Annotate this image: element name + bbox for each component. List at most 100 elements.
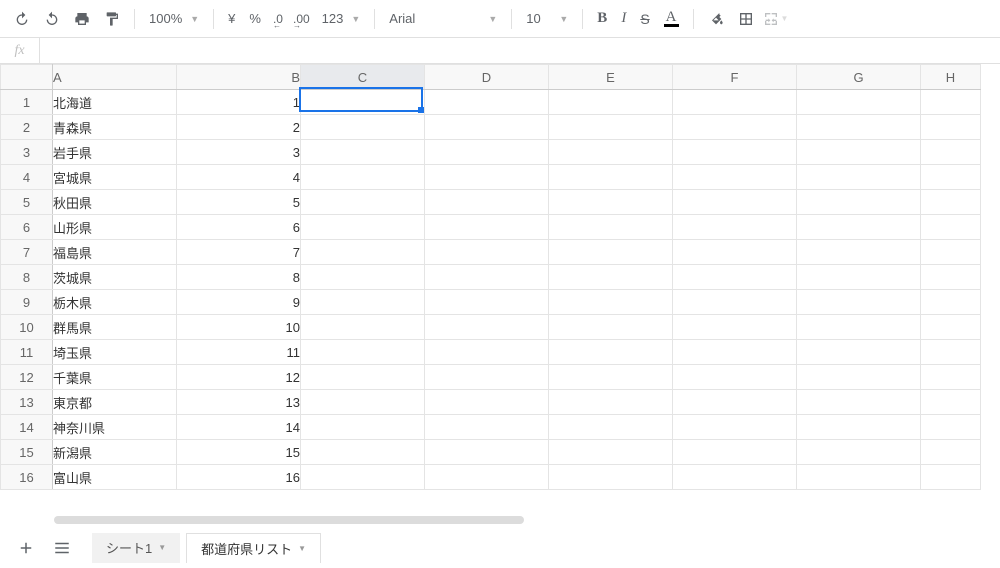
cell-C3[interactable]	[301, 140, 425, 165]
cell-G5[interactable]	[797, 190, 921, 215]
cell-B15[interactable]: 15	[177, 440, 301, 465]
cell-B9[interactable]: 9	[177, 290, 301, 315]
cell-G12[interactable]	[797, 365, 921, 390]
cell-A10[interactable]: 群馬県	[53, 315, 177, 340]
cell-H1[interactable]	[921, 90, 981, 115]
col-header-D[interactable]: D	[425, 65, 549, 90]
row-header-9[interactable]: 9	[1, 290, 53, 315]
cell-E9[interactable]	[549, 290, 673, 315]
cell-D5[interactable]	[425, 190, 549, 215]
cell-C4[interactable]	[301, 165, 425, 190]
cell-F14[interactable]	[673, 415, 797, 440]
cell-D3[interactable]	[425, 140, 549, 165]
cell-D9[interactable]	[425, 290, 549, 315]
italic-button[interactable]: I	[615, 5, 632, 33]
cell-B8[interactable]: 8	[177, 265, 301, 290]
cell-G3[interactable]	[797, 140, 921, 165]
font-dropdown[interactable]: Arial ▼	[383, 5, 503, 33]
font-size-dropdown[interactable]: 10 ▼	[520, 5, 574, 33]
text-color-button[interactable]: A	[658, 5, 685, 33]
cell-B16[interactable]: 16	[177, 465, 301, 490]
cell-D4[interactable]	[425, 165, 549, 190]
add-sheet-button[interactable]	[12, 534, 40, 562]
cell-B3[interactable]: 3	[177, 140, 301, 165]
cell-H3[interactable]	[921, 140, 981, 165]
cell-B10[interactable]: 10	[177, 315, 301, 340]
cell-F10[interactable]	[673, 315, 797, 340]
cell-H4[interactable]	[921, 165, 981, 190]
percent-button[interactable]: %	[243, 5, 267, 33]
cell-F8[interactable]	[673, 265, 797, 290]
row-header-8[interactable]: 8	[1, 265, 53, 290]
cell-H6[interactable]	[921, 215, 981, 240]
print-button[interactable]	[68, 5, 96, 33]
scrollbar-thumb[interactable]	[54, 516, 524, 524]
cell-G4[interactable]	[797, 165, 921, 190]
increase-decimal-button[interactable]: .00→	[289, 5, 314, 33]
cell-D2[interactable]	[425, 115, 549, 140]
cell-C14[interactable]	[301, 415, 425, 440]
cell-C11[interactable]	[301, 340, 425, 365]
row-header-16[interactable]: 16	[1, 465, 53, 490]
cell-A5[interactable]: 秋田県	[53, 190, 177, 215]
cell-H11[interactable]	[921, 340, 981, 365]
cell-A13[interactable]: 東京都	[53, 390, 177, 415]
cell-B12[interactable]: 12	[177, 365, 301, 390]
cell-A7[interactable]: 福島県	[53, 240, 177, 265]
col-header-A[interactable]: A	[53, 65, 177, 90]
spreadsheet-grid[interactable]: ABCDEFGH1北海道12青森県23岩手県34宮城県45秋田県56山形県67福…	[0, 64, 1000, 514]
row-header-15[interactable]: 15	[1, 440, 53, 465]
all-sheets-button[interactable]	[48, 534, 76, 562]
cell-C13[interactable]	[301, 390, 425, 415]
cell-F6[interactable]	[673, 215, 797, 240]
cell-E15[interactable]	[549, 440, 673, 465]
row-header-5[interactable]: 5	[1, 190, 53, 215]
cell-D8[interactable]	[425, 265, 549, 290]
cell-D16[interactable]	[425, 465, 549, 490]
cell-H5[interactable]	[921, 190, 981, 215]
cell-A15[interactable]: 新潟県	[53, 440, 177, 465]
cell-E12[interactable]	[549, 365, 673, 390]
cell-E1[interactable]	[549, 90, 673, 115]
sheet-tab[interactable]: シート1▼	[92, 533, 180, 563]
sheet-tab[interactable]: 都道府県リスト▼	[186, 533, 321, 563]
redo-button[interactable]	[38, 5, 66, 33]
cell-E16[interactable]	[549, 465, 673, 490]
cell-E4[interactable]	[549, 165, 673, 190]
cell-A1[interactable]: 北海道	[53, 90, 177, 115]
decrease-decimal-button[interactable]: .0←	[269, 5, 287, 33]
currency-button[interactable]: ¥	[222, 5, 241, 33]
cell-H10[interactable]	[921, 315, 981, 340]
cell-E3[interactable]	[549, 140, 673, 165]
cell-G15[interactable]	[797, 440, 921, 465]
cell-C9[interactable]	[301, 290, 425, 315]
more-formats-dropdown[interactable]: 123 ▼	[316, 5, 367, 33]
cell-B11[interactable]: 11	[177, 340, 301, 365]
formula-input[interactable]	[40, 38, 1000, 63]
cell-G9[interactable]	[797, 290, 921, 315]
cell-H9[interactable]	[921, 290, 981, 315]
cell-B2[interactable]: 2	[177, 115, 301, 140]
cell-D12[interactable]	[425, 365, 549, 390]
col-header-G[interactable]: G	[797, 65, 921, 90]
col-header-F[interactable]: F	[673, 65, 797, 90]
cell-B4[interactable]: 4	[177, 165, 301, 190]
cell-C6[interactable]	[301, 215, 425, 240]
cell-C5[interactable]	[301, 190, 425, 215]
cell-H8[interactable]	[921, 265, 981, 290]
bold-button[interactable]: B	[591, 5, 613, 33]
cell-B1[interactable]: 1	[177, 90, 301, 115]
cell-C2[interactable]	[301, 115, 425, 140]
borders-button[interactable]	[732, 5, 760, 33]
cell-C1[interactable]	[301, 90, 425, 115]
cell-G11[interactable]	[797, 340, 921, 365]
cell-E7[interactable]	[549, 240, 673, 265]
cell-H13[interactable]	[921, 390, 981, 415]
cell-F15[interactable]	[673, 440, 797, 465]
cell-C12[interactable]	[301, 365, 425, 390]
cell-C7[interactable]	[301, 240, 425, 265]
cell-B5[interactable]: 5	[177, 190, 301, 215]
cell-E2[interactable]	[549, 115, 673, 140]
cell-D7[interactable]	[425, 240, 549, 265]
cell-D14[interactable]	[425, 415, 549, 440]
